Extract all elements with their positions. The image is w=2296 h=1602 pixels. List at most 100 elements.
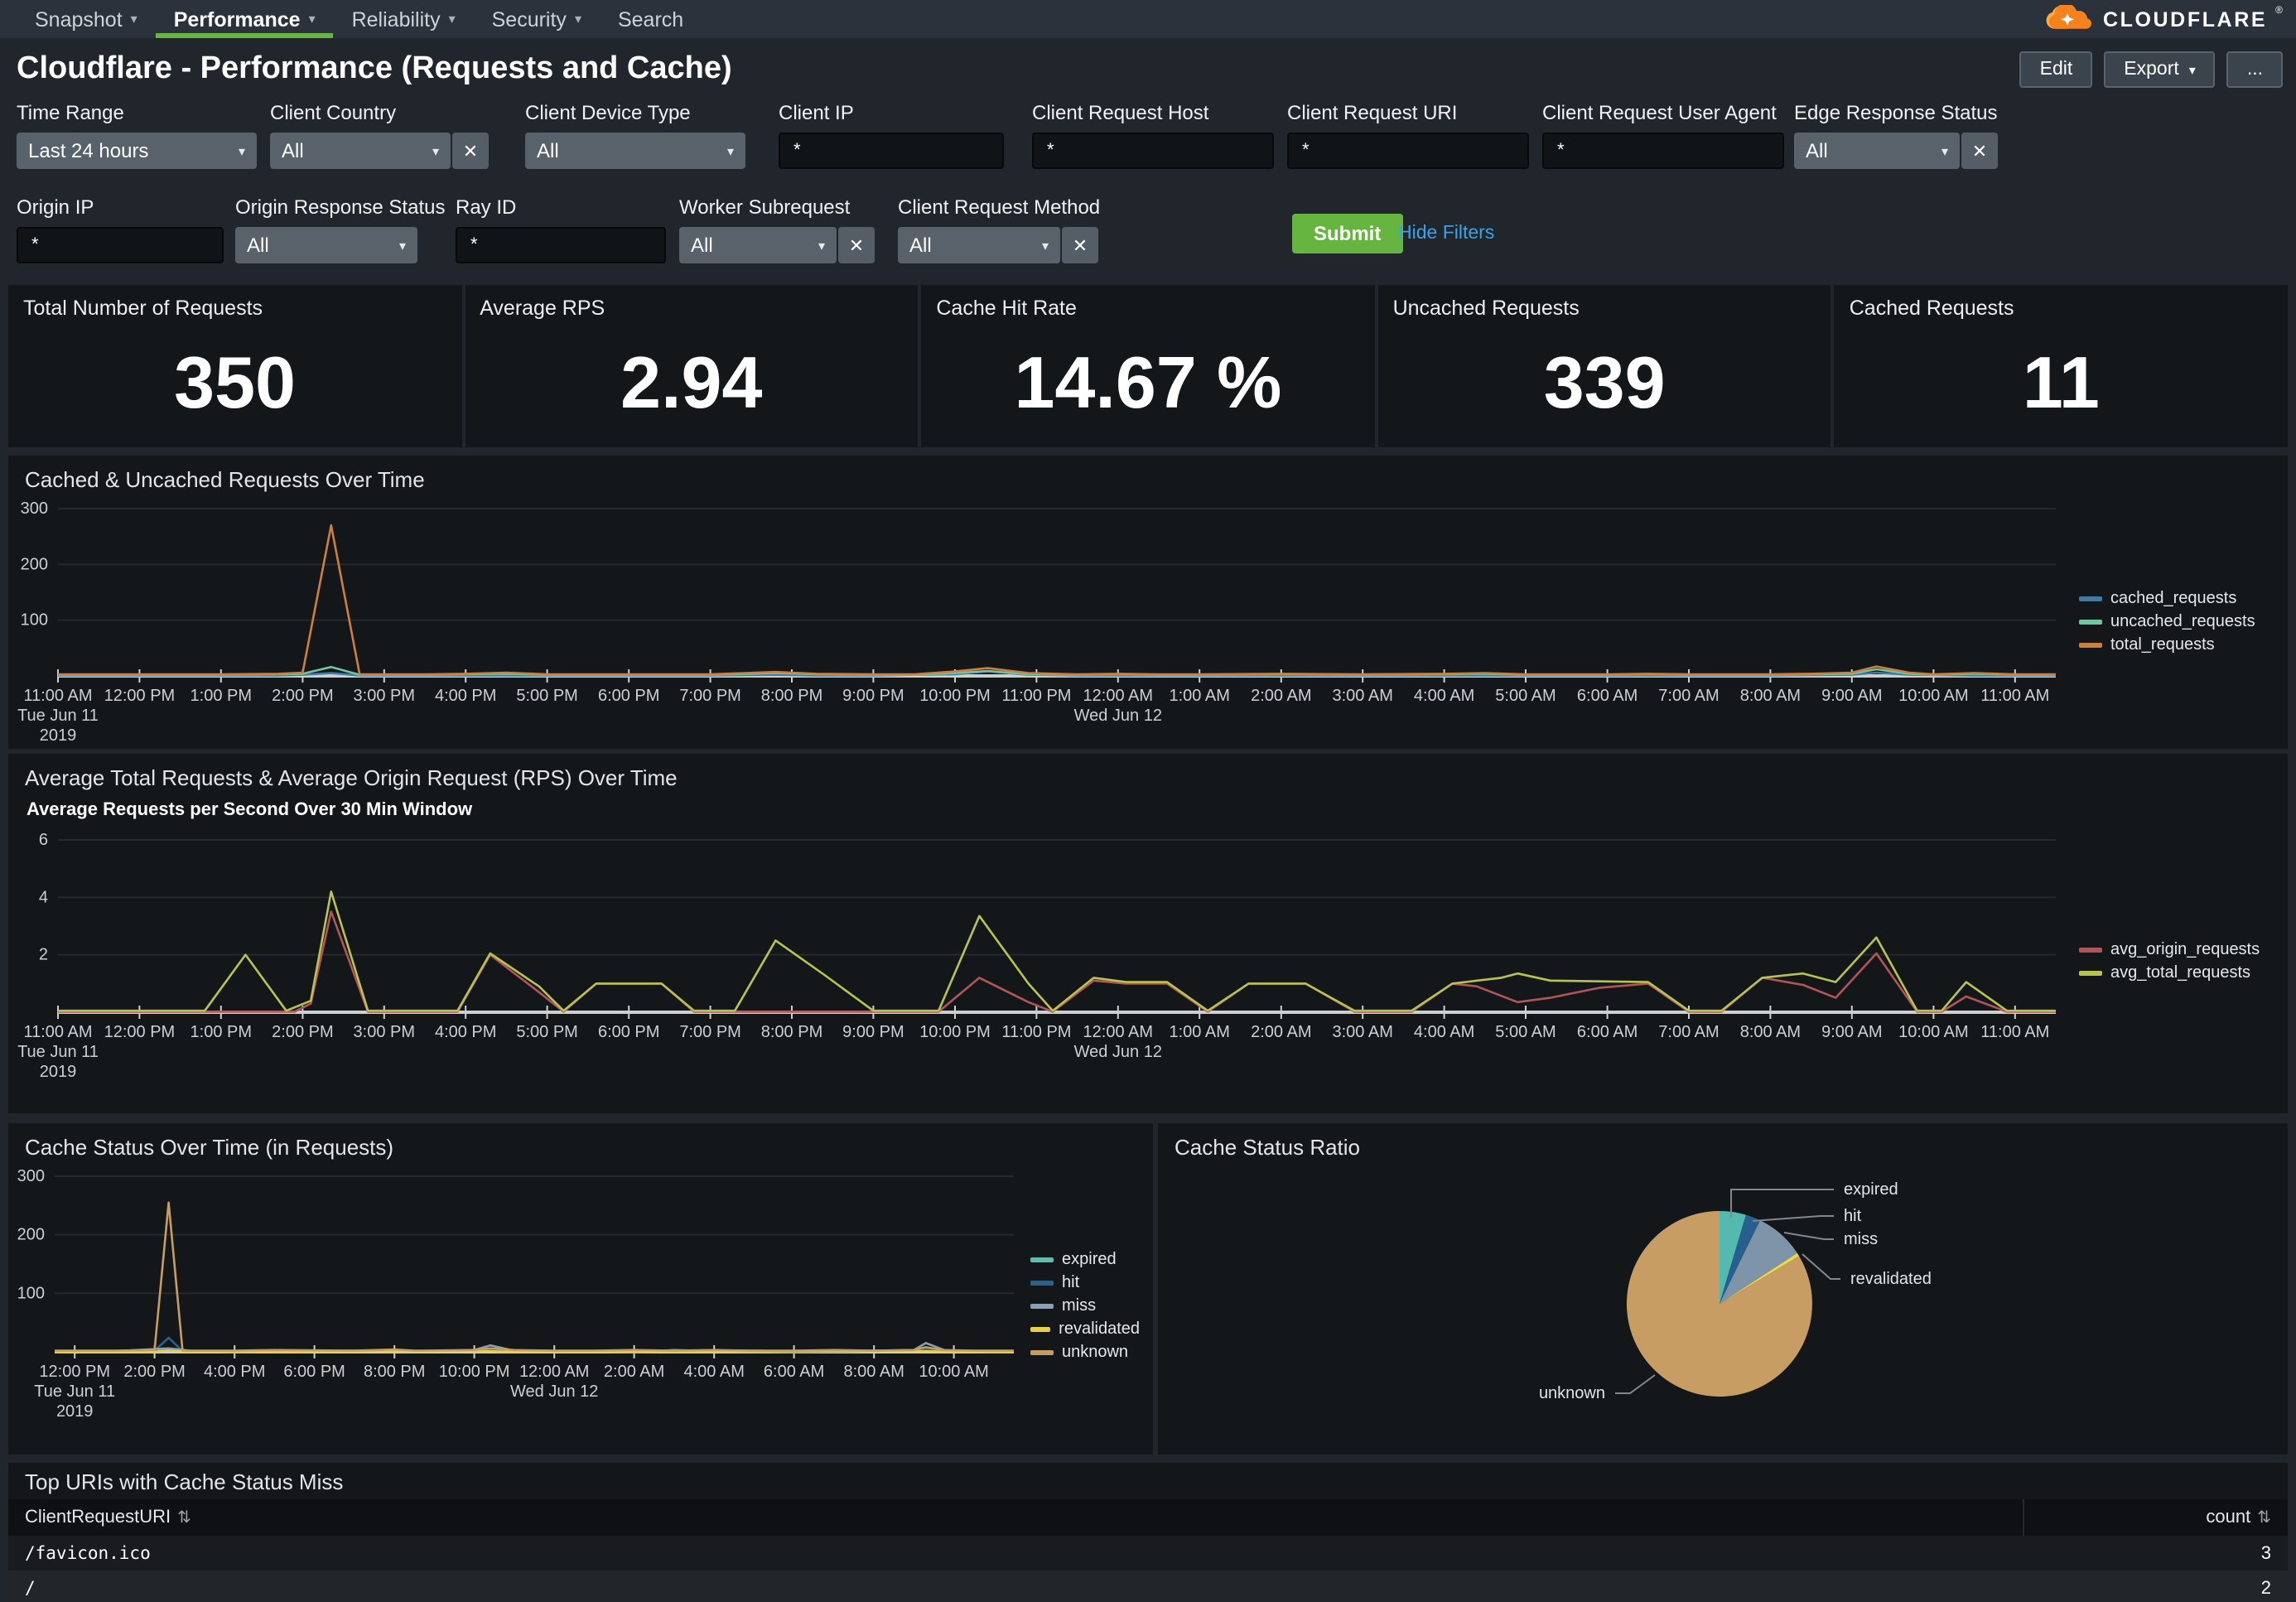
- svg-text:10:00 PM: 10:00 PM: [439, 1363, 510, 1381]
- svg-text:2:00 PM: 2:00 PM: [272, 687, 333, 705]
- table-row: /2: [8, 1571, 2288, 1602]
- hide-filters-link[interactable]: Hide Filters: [1398, 224, 1494, 244]
- legend-item-uncached-requests[interactable]: uncached_requests: [2079, 613, 2271, 631]
- cloudflare-logo[interactable]: CLOUDFLARE ®: [2042, 0, 2283, 38]
- legend-item-miss[interactable]: miss: [1030, 1296, 1140, 1315]
- nav-item-snapshot[interactable]: Snapshot▾: [17, 0, 156, 38]
- svg-text:6:00 AM: 6:00 AM: [1577, 1023, 1638, 1041]
- more-button[interactable]: ...: [2227, 51, 2283, 88]
- svg-text:10:00 AM: 10:00 AM: [1898, 687, 1969, 705]
- nav-item-reliability[interactable]: Reliability▾: [334, 0, 474, 38]
- registered-mark-icon: ®: [2275, 7, 2283, 17]
- filter-control: [1287, 133, 1529, 169]
- caret-down-icon: ▾: [239, 143, 245, 158]
- column-label: count: [2206, 1508, 2250, 1527]
- cloudflare-performance-dashboard: Snapshot▾Performance▾Reliability▾Securit…: [0, 0, 2296, 1602]
- filter-label: Origin IP: [17, 195, 224, 219]
- client-request-user-agent-input[interactable]: [1542, 133, 1784, 169]
- filter-control: Last 24 hours▾: [17, 133, 257, 169]
- client-ip-input[interactable]: [779, 133, 1004, 169]
- page-title: Cloudflare - Performance (Requests and C…: [17, 51, 732, 88]
- page-header: Cloudflare - Performance (Requests and C…: [17, 48, 2283, 91]
- filter-ray-id: Ray ID: [456, 195, 666, 263]
- nav-item-label: Security: [492, 7, 567, 31]
- rps-over-time-chart[interactable]: 24611:00 AMTue Jun 11201912:00 PM1:00 PM…: [8, 827, 2072, 1097]
- clear-filter-button[interactable]: ✕: [452, 133, 489, 169]
- client-request-method-select[interactable]: All ▾: [898, 227, 1060, 263]
- svg-text:6:00 PM: 6:00 PM: [598, 1023, 659, 1041]
- cache-status-ratio-pie-chart[interactable]: expiredhitmissrevalidatedunknown: [1165, 1163, 2281, 1445]
- column-header-count[interactable]: count ⇅: [2023, 1499, 2288, 1536]
- ray-id-input[interactable]: [456, 227, 666, 263]
- filter-client-request-uri: Client Request URI: [1287, 101, 1529, 169]
- svg-text:12:00 AM: 12:00 AM: [1083, 1023, 1154, 1041]
- client-request-host-input[interactable]: [1032, 133, 1274, 169]
- legend-item-expired[interactable]: expired: [1030, 1250, 1140, 1268]
- nav-item-search[interactable]: Search: [600, 0, 702, 38]
- nav-item-performance[interactable]: Performance▾: [156, 0, 334, 38]
- client-country-select[interactable]: All▾: [270, 133, 451, 169]
- edit-button[interactable]: Edit: [2020, 51, 2093, 88]
- nav-item-label: Performance: [174, 7, 301, 31]
- svg-text:8:00 AM: 8:00 AM: [844, 1363, 904, 1381]
- client-request-uri-input[interactable]: [1287, 133, 1529, 169]
- legend-item-hit[interactable]: hit: [1030, 1273, 1140, 1291]
- submit-button[interactable]: Submit: [1292, 214, 1402, 253]
- clear-icon: ✕: [849, 234, 864, 256]
- legend-item-cached-requests[interactable]: cached_requests: [2079, 590, 2271, 608]
- stat-panel-total-number-of-requests: Total Number of Requests350: [8, 285, 461, 447]
- select-value: All: [909, 234, 932, 257]
- client-device-type-select[interactable]: All▾: [525, 133, 745, 169]
- legend-item-avg-total-requests[interactable]: avg_total_requests: [2079, 964, 2271, 982]
- filter-client-request-host: Client Request Host: [1032, 101, 1274, 169]
- export-button[interactable]: Export▾: [2104, 51, 2216, 88]
- stat-panel-average-rps: Average RPS2.94: [465, 285, 918, 447]
- cache-status-over-time-chart[interactable]: 10020030012:00 PMTue Jun 1120192:00 PM4:…: [8, 1166, 1024, 1445]
- panel-title: Cache Status Ratio: [1158, 1123, 2288, 1160]
- origin-ip-input[interactable]: [17, 227, 224, 263]
- requests-chart-legend: cached_requests uncached_requests total_re…: [2072, 499, 2271, 746]
- stat-panel-uncached-requests: Uncached Requests 339: [1378, 285, 1831, 447]
- svg-text:12:00 AM: 12:00 AM: [1083, 687, 1154, 705]
- legend-item-revalidated[interactable]: revalidated: [1030, 1320, 1140, 1338]
- svg-text:6:00 AM: 6:00 AM: [1577, 687, 1638, 705]
- filter-client-country: Client CountryAll▾✕: [270, 101, 489, 169]
- legend-item-total-requests[interactable]: total_requests: [2079, 636, 2271, 654]
- svg-text:3:00 PM: 3:00 PM: [354, 1023, 415, 1041]
- select-value: All: [1806, 139, 1828, 162]
- origin-response-status-select[interactable]: All▾: [235, 227, 417, 263]
- svg-text:6: 6: [39, 831, 48, 849]
- svg-text:11:00 AM: 11:00 AM: [1980, 687, 2049, 705]
- svg-text:12:00 PM: 12:00 PM: [104, 1023, 176, 1041]
- filter-control: All▾: [525, 133, 745, 169]
- nav-item-security[interactable]: Security▾: [474, 0, 600, 38]
- stat-value: 339: [1378, 325, 1831, 444]
- legend-label: revalidated: [1059, 1320, 1140, 1338]
- legend-label: uncached_requests: [2110, 613, 2255, 631]
- edge-response-status-select[interactable]: All ▾: [1794, 133, 1960, 169]
- svg-text:4: 4: [39, 888, 48, 906]
- clear-filter-button[interactable]: ✕: [1961, 133, 1998, 169]
- caret-down-icon: ▾: [1042, 238, 1049, 253]
- legend-item-avg-origin-requests[interactable]: avg_origin_requests: [2079, 941, 2271, 959]
- column-header-clientrequesturi[interactable]: ClientRequestURI ⇅: [8, 1508, 2023, 1527]
- time-range-select[interactable]: Last 24 hours▾: [17, 133, 257, 169]
- svg-text:4:00 PM: 4:00 PM: [435, 687, 496, 705]
- clear-filter-button[interactable]: ✕: [1062, 227, 1098, 263]
- svg-text:4:00 PM: 4:00 PM: [204, 1363, 265, 1381]
- filter-time-range: Time RangeLast 24 hours▾: [17, 101, 257, 169]
- stat-title: Uncached Requests: [1378, 285, 1831, 320]
- caret-down-icon: ▾: [399, 238, 406, 253]
- legend-label: avg_origin_requests: [2110, 941, 2260, 959]
- clear-filter-button[interactable]: ✕: [838, 227, 875, 263]
- filter-control: All▾: [235, 227, 445, 263]
- svg-text:8:00 PM: 8:00 PM: [364, 1363, 425, 1381]
- caret-down-icon: ▾: [818, 238, 825, 253]
- caret-down-icon: ▾: [1941, 143, 1948, 158]
- requests-over-time-chart[interactable]: 10020030011:00 AMTue Jun 11201912:00 PM1…: [8, 499, 2072, 746]
- legend-label: cached_requests: [2110, 590, 2236, 608]
- svg-text:9:00 PM: 9:00 PM: [842, 687, 904, 705]
- svg-text:8:00 PM: 8:00 PM: [761, 687, 822, 705]
- legend-item-unknown[interactable]: unknown: [1030, 1343, 1140, 1361]
- worker-subrequest-select[interactable]: All▾: [679, 227, 837, 263]
